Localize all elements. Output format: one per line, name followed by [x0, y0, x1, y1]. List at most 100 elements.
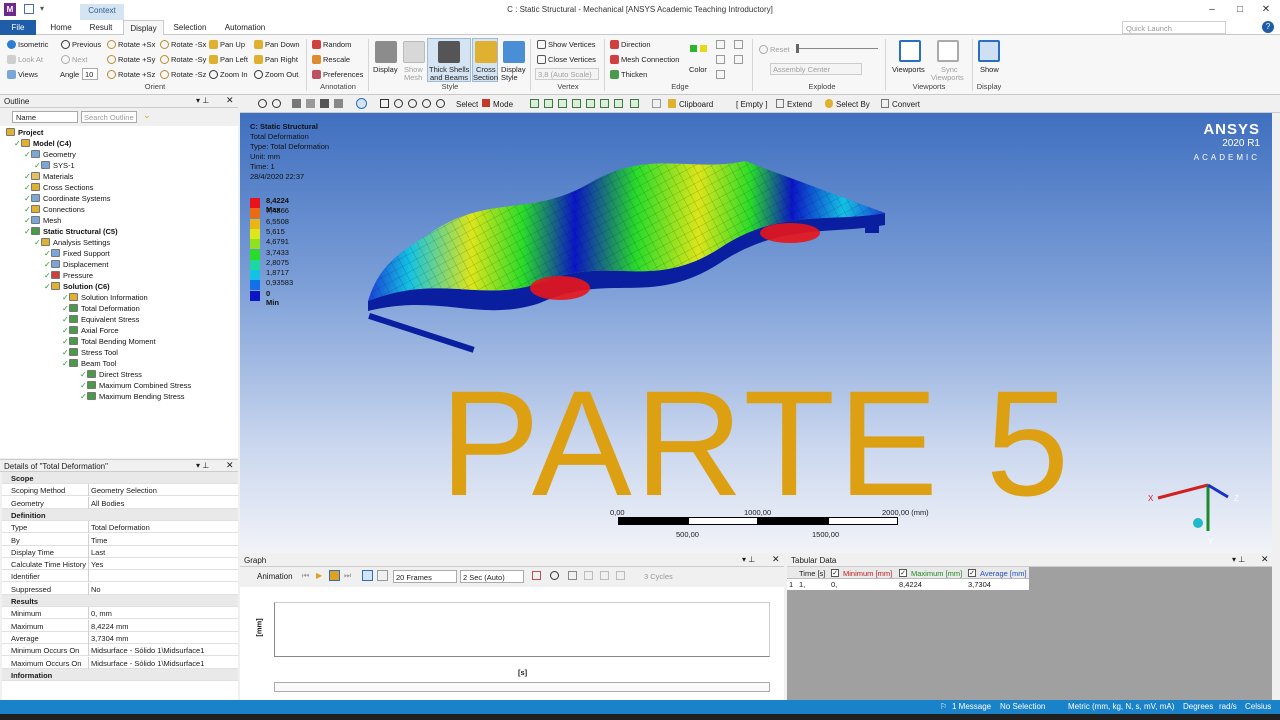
- zoom-fit-icon[interactable]: [258, 99, 267, 108]
- rotate-minus-sy-button[interactable]: Rotate -Sy: [160, 55, 206, 64]
- edge-option-icon[interactable]: [716, 55, 725, 64]
- tab-file[interactable]: File: [0, 20, 36, 35]
- messages-count[interactable]: 1 Message: [952, 702, 991, 711]
- help-icon[interactable]: ?: [1262, 21, 1274, 33]
- select-type-icon[interactable]: [614, 99, 623, 108]
- edge-option-icon[interactable]: [716, 40, 725, 49]
- mesh-connection-button[interactable]: Mesh Connection: [610, 55, 679, 64]
- pan-view-icon[interactable]: [380, 99, 389, 108]
- graphics-viewport[interactable]: C: Static Structural Total Deformation T…: [240, 113, 1272, 553]
- minimize-button[interactable]: –: [1200, 3, 1224, 17]
- rotate-minus-sz-button[interactable]: Rotate -Sz: [160, 70, 206, 79]
- details-row[interactable]: Average 3,7304 mm: [2, 631, 238, 644]
- tree-item[interactable]: ✓ Beam Tool: [62, 359, 116, 368]
- details-section[interactable]: Scope: [2, 472, 238, 484]
- tab-automation[interactable]: Automation: [220, 20, 270, 35]
- zoom-out-button[interactable]: Zoom Out: [254, 70, 298, 79]
- show-label[interactable]: Show: [980, 65, 999, 74]
- prev-frame-icon[interactable]: ⏮: [302, 571, 309, 581]
- display-cube-icon[interactable]: [375, 41, 397, 63]
- look-at-button[interactable]: Look At: [7, 55, 43, 64]
- pan-left-button[interactable]: Pan Left: [209, 55, 248, 64]
- graph-option-icon[interactable]: [568, 571, 577, 580]
- graph-area[interactable]: [mm] [s]: [240, 587, 784, 700]
- maximize-button[interactable]: □: [1228, 3, 1252, 17]
- outline-name-dropdown[interactable]: Name: [12, 111, 78, 123]
- graph-option-icon[interactable]: [616, 571, 625, 580]
- show-vertices-button[interactable]: Show Vertices: [537, 40, 596, 49]
- details-section[interactable]: Results: [2, 595, 238, 607]
- tree-item[interactable]: ✓ Total Bending Moment: [62, 337, 156, 346]
- clipboard-dropdown[interactable]: Clipboard: [679, 100, 713, 109]
- tree-item[interactable]: ✓ Static Structural (C5): [24, 227, 118, 236]
- viewports-icon[interactable]: [899, 40, 921, 62]
- details-row[interactable]: By Time: [2, 533, 238, 546]
- col-min-checkbox[interactable]: ✓: [831, 569, 839, 577]
- select-type-icon[interactable]: [600, 99, 609, 108]
- pan-right-button[interactable]: Pan Right: [254, 55, 298, 64]
- zoom-graph-icon[interactable]: [550, 571, 559, 580]
- frames-select[interactable]: 20 Frames: [393, 570, 457, 583]
- zoom-view-icon[interactable]: [408, 99, 417, 108]
- zoom-view-icon[interactable]: [422, 99, 431, 108]
- angle-units[interactable]: Degrees: [1183, 702, 1213, 711]
- select-type-icon[interactable]: [544, 99, 553, 108]
- tree-item[interactable]: ✓ Coordinate Systems: [24, 194, 111, 203]
- show-mesh-icon[interactable]: [403, 41, 425, 63]
- explode-slider-handle[interactable]: [796, 44, 799, 53]
- col-avg-checkbox[interactable]: ✓: [968, 569, 976, 577]
- graph-timeline[interactable]: [274, 682, 770, 692]
- display-mode-icon[interactable]: [306, 99, 315, 108]
- rotate-plus-sy-button[interactable]: Rotate +Sy: [107, 55, 155, 64]
- close-button[interactable]: ✕: [1254, 3, 1278, 17]
- details-row[interactable]: Geometry All Bodies: [2, 496, 238, 509]
- rotate-plus-sx-button[interactable]: Rotate +Sx: [107, 40, 155, 49]
- pin-icon[interactable]: ▾ ⊥: [196, 461, 209, 470]
- display-mode-icon[interactable]: [334, 99, 343, 108]
- rotate-minus-sx-button[interactable]: Rotate -Sx: [160, 40, 206, 49]
- rotate-view-icon[interactable]: [356, 98, 367, 109]
- pin-icon[interactable]: ▾ ⊥: [742, 555, 755, 564]
- zoom-box-icon[interactable]: [272, 99, 281, 108]
- mode-dropdown[interactable]: Mode: [493, 100, 513, 109]
- tab-home[interactable]: Home: [44, 20, 78, 35]
- tree-item[interactable]: ✓ Axial Force: [62, 326, 119, 335]
- views-button[interactable]: Views: [7, 70, 38, 79]
- tree-item[interactable]: ✓ Stress Tool: [62, 348, 118, 357]
- deformed-shell-model[interactable]: [360, 153, 900, 383]
- auto-scale-select[interactable]: 3,8 (Auto Scale): [535, 68, 599, 80]
- tree-item[interactable]: ✓ SYS-1: [34, 161, 75, 170]
- tree-item[interactable]: ✓ Analysis Settings: [34, 238, 110, 247]
- tree-item[interactable]: ✓ Solution (C6): [44, 282, 110, 291]
- details-row[interactable]: Minimum 0, mm: [2, 607, 238, 620]
- previous-button[interactable]: Previous: [61, 40, 101, 49]
- tree-item[interactable]: Project: [6, 128, 43, 137]
- pan-down-button[interactable]: Pan Down: [254, 40, 300, 49]
- details-row[interactable]: Calculate Time History Yes: [2, 558, 238, 571]
- col-avg-header[interactable]: Average [mm]: [980, 569, 1027, 578]
- tree-item[interactable]: ✓ Total Deformation: [62, 304, 140, 313]
- filter-icon[interactable]: ⌄: [143, 110, 151, 121]
- col-max-checkbox[interactable]: ✓: [899, 569, 907, 577]
- stop-icon[interactable]: [329, 570, 340, 581]
- rate-units[interactable]: rad/s: [1219, 702, 1237, 711]
- details-row[interactable]: Maximum 8,4224 mm: [2, 619, 238, 632]
- thicken-button[interactable]: Thicken: [610, 70, 647, 79]
- next-button[interactable]: Next: [61, 55, 87, 64]
- axis-triad[interactable]: [1140, 473, 1250, 553]
- random-button[interactable]: Random: [312, 40, 351, 49]
- table-row[interactable]: 1 1, 0, 8,4224 3,7304: [787, 579, 1029, 590]
- tab-display[interactable]: Display: [123, 20, 164, 35]
- details-section[interactable]: Definition: [2, 508, 238, 521]
- temperature-units[interactable]: Celsius: [1245, 702, 1271, 711]
- color-swatch-icon[interactable]: [690, 45, 697, 52]
- details-row[interactable]: Suppressed No: [2, 582, 238, 595]
- details-row[interactable]: Display Time Last: [2, 545, 238, 558]
- rescale-button[interactable]: Rescale: [312, 55, 350, 64]
- select-type-icon[interactable]: [572, 99, 581, 108]
- details-row[interactable]: Maximum Occurs On Midsurface - Sólido 1\M…: [2, 656, 238, 669]
- close-panel-icon[interactable]: ✕: [1261, 554, 1269, 565]
- direction-button[interactable]: Direction: [610, 40, 651, 49]
- details-row[interactable]: Type Total Deformation: [2, 521, 238, 534]
- col-time-header[interactable]: Time [s]: [799, 569, 825, 578]
